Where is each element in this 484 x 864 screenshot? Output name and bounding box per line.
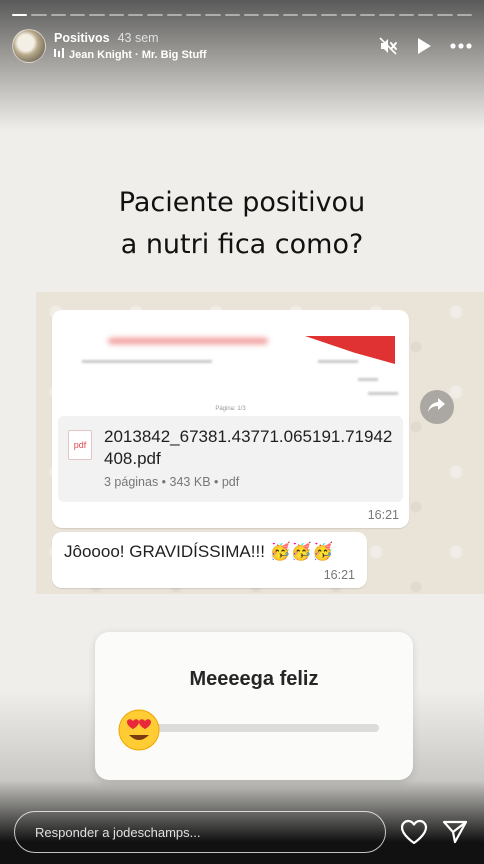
- mute-icon[interactable]: [378, 36, 398, 56]
- forward-arrow-icon: [428, 397, 446, 418]
- progress-segment: [50, 14, 66, 16]
- music-track-label: Jean Knight · Mr. Big Stuff: [69, 48, 207, 61]
- message-text: Jôoooo! GRAVIDÍSSIMA!!! 🥳🥳🥳: [64, 542, 334, 561]
- redacted-header-line: [108, 338, 268, 344]
- document-text-line: [368, 392, 398, 395]
- progress-segment: [185, 14, 202, 16]
- music-row[interactable]: Jean Knight · Mr. Big Stuff: [54, 48, 207, 61]
- post-age: 43 sem: [117, 31, 159, 45]
- progress-segment: [417, 14, 434, 16]
- progress-segment: [166, 14, 182, 16]
- story-viewer: Positivos 43 sem Jean Knight · Mr. Big S…: [0, 0, 484, 864]
- pdf-file-icon: pdf: [68, 430, 92, 460]
- progress-segment: [205, 14, 221, 16]
- forward-button[interactable]: [420, 390, 454, 424]
- progress-segment: [398, 14, 414, 16]
- slider-track[interactable]: [127, 724, 379, 732]
- progress-segment: [69, 14, 86, 16]
- caption-line: Paciente positivou: [118, 187, 366, 218]
- story-header: Positivos 43 sem Jean Knight · Mr. Big S…: [12, 26, 472, 66]
- heart-icon[interactable]: [400, 819, 428, 845]
- music-bars-icon: [54, 48, 64, 61]
- header-actions: [378, 36, 472, 56]
- document-message-bubble: Página: 1/3 pdf 2013842_67381.43771.0651…: [52, 310, 409, 528]
- progress-segment: [224, 14, 240, 16]
- emoji-slider-sticker[interactable]: Meeeega feliz: [95, 632, 413, 780]
- progress-segment: [301, 14, 318, 16]
- caption-line: a nutri fica como?: [120, 229, 364, 260]
- file-name: 2013842_67381.43771.065191.71942408.pdf: [104, 427, 393, 468]
- story-header-text: Positivos 43 sem Jean Knight · Mr. Big S…: [54, 31, 207, 61]
- text-message-bubble: Jôoooo! GRAVIDÍSSIMA!!! 🥳🥳🥳 16:21: [52, 532, 367, 588]
- story-progress-bar: [12, 14, 472, 16]
- slider-question: Meeeega feliz: [189, 668, 319, 690]
- play-icon[interactable]: [416, 37, 432, 55]
- document-info[interactable]: pdf 2013842_67381.43771.065191.71942408.…: [58, 416, 403, 502]
- progress-segment: [437, 14, 453, 16]
- progress-segment: [359, 14, 376, 16]
- progress-segment: [379, 14, 395, 16]
- heart-eyes-emoji-icon[interactable]: [117, 708, 161, 752]
- account-name[interactable]: Positivos: [54, 31, 110, 45]
- progress-segment: [243, 14, 260, 16]
- message-timestamp: 16:21: [367, 508, 399, 522]
- story-caption: Paciente positivou a nutri fica como?: [0, 182, 484, 266]
- reply-input[interactable]: [14, 811, 386, 853]
- document-text-line: [318, 360, 358, 363]
- progress-segment: [108, 14, 124, 16]
- file-meta: 3 páginas • 343 KB • pdf: [104, 475, 240, 489]
- progress-segment: [12, 14, 28, 16]
- document-page-label: Página: 1/3: [215, 406, 246, 412]
- message-timestamp: 16:21: [323, 568, 355, 582]
- document-text-line: [82, 360, 212, 363]
- progress-segment: [282, 14, 298, 16]
- progress-segment: [127, 14, 144, 16]
- send-icon[interactable]: [441, 818, 469, 846]
- progress-segment: [340, 14, 356, 16]
- chat-screenshot: Página: 1/3 pdf 2013842_67381.43771.0651…: [36, 292, 484, 594]
- progress-segment: [263, 14, 279, 16]
- progress-segment: [456, 14, 472, 16]
- header-title-row: Positivos 43 sem: [54, 31, 207, 45]
- more-options-icon[interactable]: [450, 43, 472, 49]
- document-text-line: [358, 378, 378, 381]
- progress-segment: [89, 14, 105, 16]
- progress-segment: [321, 14, 337, 16]
- progress-segment: [147, 14, 163, 16]
- document-preview: Página: 1/3: [58, 316, 403, 414]
- avatar[interactable]: [12, 29, 46, 63]
- progress-segment: [31, 14, 47, 16]
